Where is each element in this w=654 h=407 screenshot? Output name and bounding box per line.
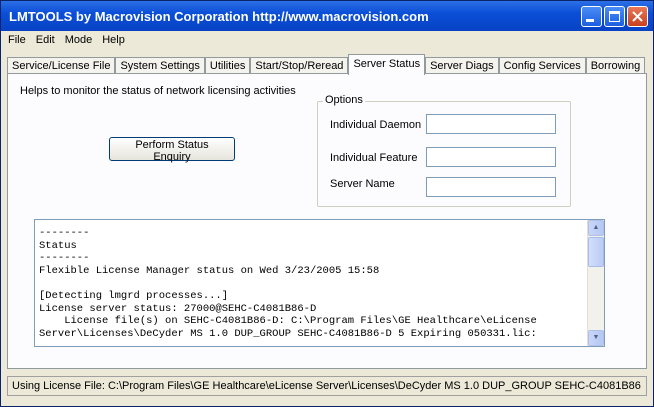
status-bar: Using License File: C:\Program Files\GE … (7, 376, 647, 396)
panel-description: Helps to monitor the status of network l… (20, 85, 296, 97)
window-title: LMTOOLS by Macrovision Corporation http:… (9, 8, 429, 24)
server-name-label: Server Name (330, 178, 395, 190)
log-vertical-scrollbar[interactable]: ▲ ▼ (587, 220, 604, 346)
server-name-input[interactable] (426, 177, 556, 197)
maximize-button[interactable] (604, 5, 625, 27)
menu-mode[interactable]: Mode (61, 34, 99, 46)
status-log-text: -------- Status -------- Flexible Licens… (39, 227, 537, 340)
close-icon (632, 10, 643, 22)
tab-service-license-file[interactable]: Service/License File (7, 57, 116, 74)
individual-daemon-input[interactable] (426, 114, 556, 134)
options-legend: Options (323, 94, 365, 106)
menu-edit[interactable]: Edit (32, 34, 61, 46)
minimize-button[interactable] (581, 5, 602, 27)
scroll-down-button[interactable]: ▼ (588, 330, 604, 346)
tab-utilities[interactable]: Utilities (204, 57, 251, 74)
individual-daemon-label: Individual Daemon (330, 119, 422, 131)
tab-server-diags[interactable]: Server Diags (425, 57, 499, 74)
lmtools-window: LMTOOLS by Macrovision Corporation http:… (0, 0, 654, 407)
individual-feature-label: Individual Feature (330, 152, 418, 164)
tab-server-status[interactable]: Server Status (348, 54, 426, 75)
tab-strip: Service/License File System Settings Uti… (7, 54, 646, 75)
minimize-icon (586, 18, 594, 22)
menu-file[interactable]: File (4, 34, 32, 46)
maximize-icon (609, 10, 620, 22)
scroll-up-button[interactable]: ▲ (588, 220, 604, 236)
menu-help[interactable]: Help (98, 34, 131, 46)
perform-status-enquiry-button[interactable]: Perform Status Enquiry (109, 137, 235, 163)
tab-start-stop-reread[interactable]: Start/Stop/Reread (250, 57, 349, 74)
tab-borrowing[interactable]: Borrowing (585, 57, 646, 74)
tab-system-settings[interactable]: System Settings (115, 57, 205, 74)
scroll-down-arrow-icon: ▼ (592, 334, 600, 341)
title-bar[interactable]: LMTOOLS by Macrovision Corporation http:… (1, 1, 653, 31)
scroll-up-arrow-icon: ▲ (592, 224, 600, 231)
menu-bar: File Edit Mode Help (1, 31, 653, 49)
scroll-thumb[interactable] (588, 237, 604, 267)
tab-config-services[interactable]: Config Services (498, 57, 586, 74)
status-log-textarea[interactable]: -------- Status -------- Flexible Licens… (34, 219, 605, 347)
individual-feature-input[interactable] (426, 147, 556, 167)
close-button[interactable] (627, 5, 648, 27)
